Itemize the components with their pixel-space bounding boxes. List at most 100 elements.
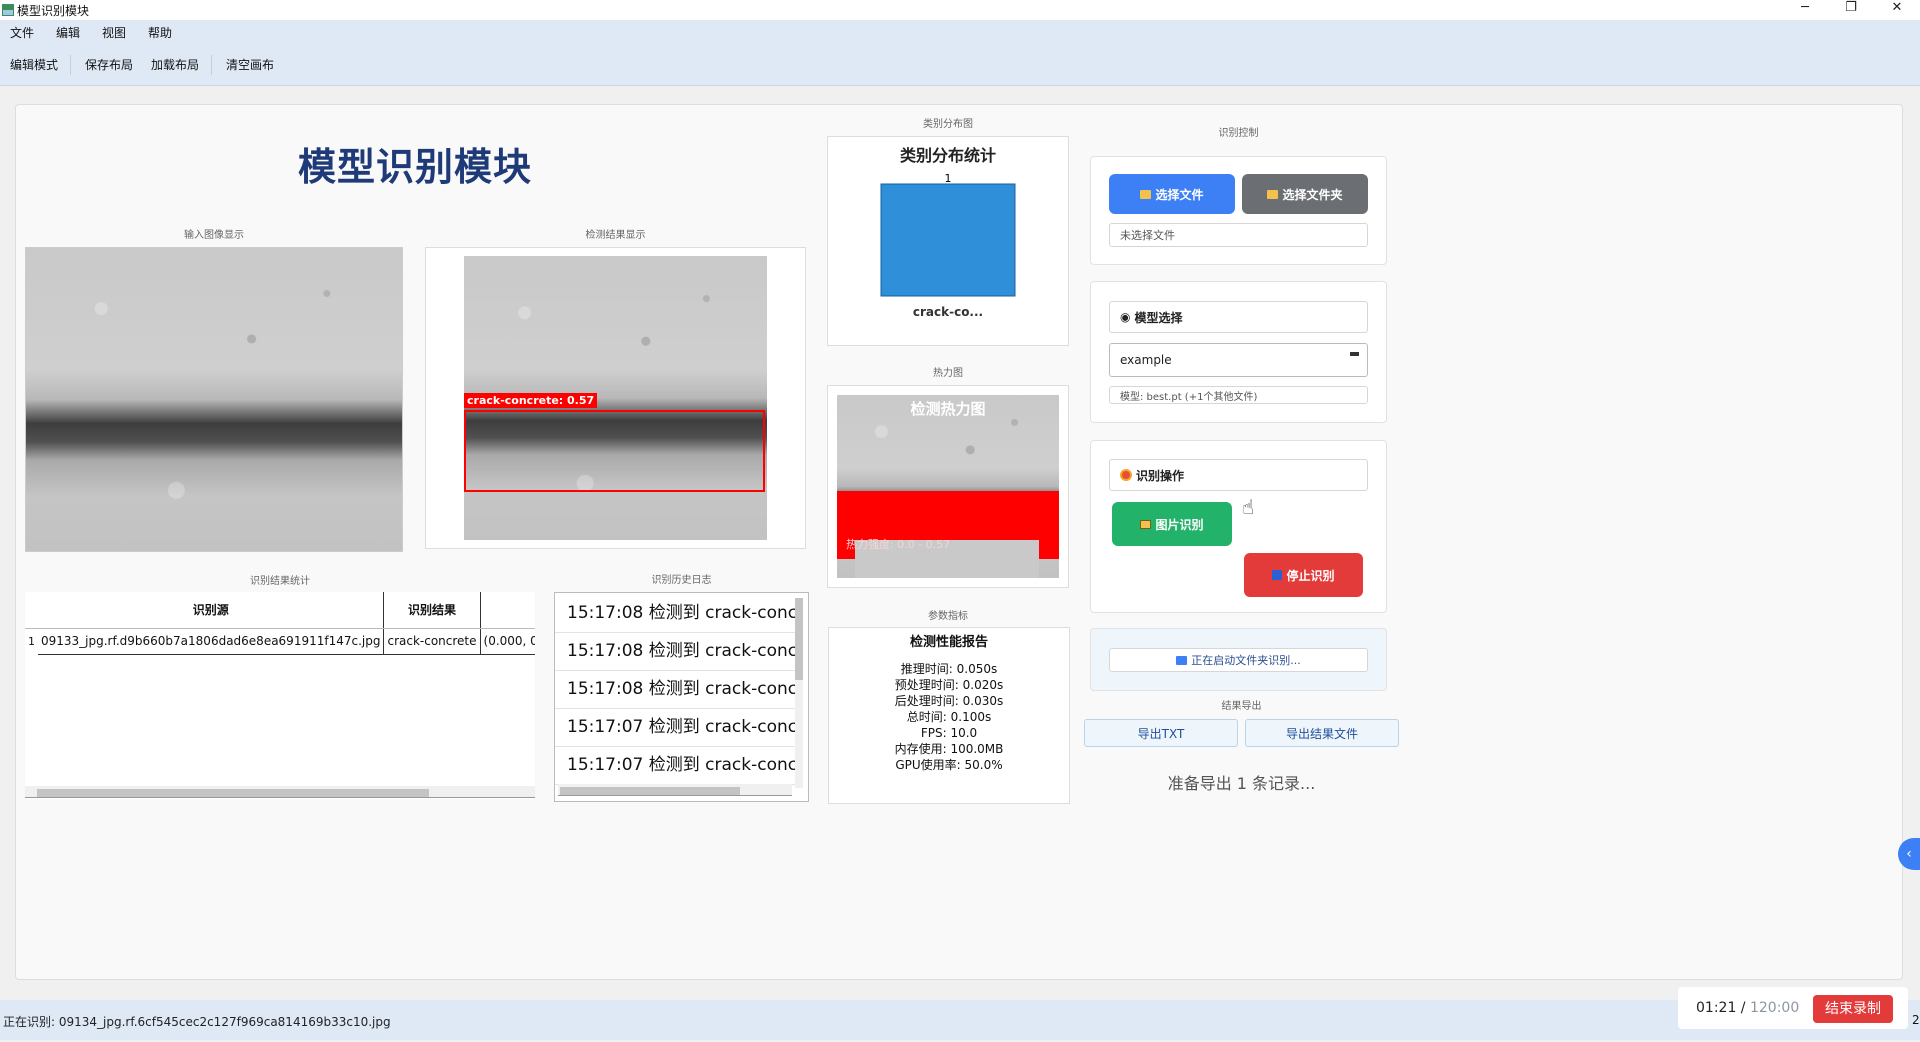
window-titlebar: 模型识别模块 ─ ❐ ✕ bbox=[0, 0, 1920, 20]
menu-view[interactable]: 视图 bbox=[92, 24, 138, 41]
metric-inference-time: 推理时间: 0.050s bbox=[900, 662, 998, 676]
model-select-title: 模型选择 bbox=[1134, 310, 1183, 325]
select-folder-button[interactable]: 选择文件夹 bbox=[1242, 174, 1368, 214]
export-status: 准备导出 1 条记录... bbox=[1167, 774, 1316, 793]
image-icon bbox=[1140, 519, 1152, 529]
recorder-elapsed: 01:21 bbox=[1696, 1000, 1737, 1016]
metric-memory: 内存使用: 100.0MB bbox=[894, 742, 1004, 756]
results-table-container: 识别源 识别结果 坐 1 09133_jpg.rf.d9b660b7a1806d… bbox=[25, 592, 535, 799]
bar-value-label: 1 bbox=[945, 172, 952, 185]
stop-recording-button[interactable]: 结束录制 bbox=[1813, 995, 1893, 1023]
menu-help[interactable]: 帮助 bbox=[138, 24, 184, 41]
folder-detect-status-button[interactable]: 正在启动文件夹识别... bbox=[1109, 648, 1368, 672]
image-detect-label: 图片识别 bbox=[1155, 517, 1204, 532]
list-item[interactable]: 15:17:07 检测到 crack-concrete bbox=[555, 709, 795, 747]
cell-coords[interactable]: (0.000, 0.528, bbox=[480, 628, 535, 655]
scrollbar-thumb[interactable] bbox=[560, 787, 740, 795]
image-detect-button[interactable]: 图片识别 bbox=[1112, 502, 1232, 546]
results-horizontal-scrollbar[interactable] bbox=[25, 786, 535, 798]
cell-result[interactable]: crack-concrete bbox=[383, 628, 481, 655]
export-txt-button[interactable]: 导出TXT bbox=[1084, 719, 1238, 747]
recorder-separator: / bbox=[1736, 1000, 1750, 1016]
recorder-widget: 01:21 / 120:00 结束录制 bbox=[1678, 987, 1908, 1029]
input-image bbox=[25, 247, 403, 552]
cell-source[interactable]: 09133_jpg.rf.d9b660b7a1806dad6e8ea691911… bbox=[38, 628, 385, 655]
detect-ops-title: 识别操作 bbox=[1136, 468, 1185, 483]
history-vertical-scrollbar[interactable] bbox=[795, 598, 803, 788]
model-select-header: ◉ 模型选择 bbox=[1109, 301, 1368, 333]
bar bbox=[880, 183, 1016, 297]
target-icon bbox=[1120, 469, 1132, 481]
col-header-coords[interactable]: 坐 bbox=[480, 592, 535, 629]
stop-detect-button[interactable]: 停止识别 bbox=[1244, 553, 1363, 597]
export-caption: 结果导出 bbox=[1221, 701, 1262, 712]
list-item[interactable]: 15:17:07 检测到 crack-concrete bbox=[555, 747, 795, 785]
result-image-caption: 检测结果显示 bbox=[585, 230, 646, 241]
status-edge-char: 2 bbox=[1912, 1013, 1920, 1027]
select-file-label: 选择文件 bbox=[1155, 187, 1204, 202]
toolbar-divider bbox=[211, 54, 213, 75]
control-caption: 识别控制 bbox=[1218, 128, 1259, 139]
scrollbar-thumb[interactable] bbox=[37, 789, 429, 797]
heatmap-range-label: 热力强度: 0.0 - 0.57 bbox=[846, 538, 951, 551]
detect-ops-header: 识别操作 bbox=[1109, 459, 1368, 491]
status-text: 正在识别: 09134_jpg.rf.6cf545cec2c127f969ca8… bbox=[3, 1015, 391, 1029]
heatmap-title: 检测热力图 bbox=[910, 400, 986, 418]
chart-title: 类别分布统计 bbox=[900, 146, 996, 165]
results-table: 识别源 识别结果 坐 1 09133_jpg.rf.d9b660b7a1806d… bbox=[25, 592, 535, 655]
metric-postprocess-time: 后处理时间: 0.030s bbox=[894, 694, 1004, 708]
col-header-source[interactable]: 识别源 bbox=[38, 592, 385, 629]
list-item[interactable]: 15:17:08 检测到 crack-concrete bbox=[555, 671, 795, 709]
scrollbar-thumb[interactable] bbox=[795, 598, 803, 680]
history-list[interactable]: 15:17:08 检测到 crack-concrete 15:17:08 检测到… bbox=[554, 592, 809, 802]
col-header-result[interactable]: 识别结果 bbox=[383, 592, 481, 629]
page-title: 模型识别模块 bbox=[297, 145, 532, 189]
results-table-caption: 识别结果统计 bbox=[250, 576, 310, 587]
row-index: 1 bbox=[28, 634, 35, 648]
metric-gpu: GPU使用率: 50.0% bbox=[895, 758, 1003, 772]
window-title: 模型识别模块 bbox=[17, 3, 90, 18]
restore-button[interactable]: ❐ bbox=[1828, 0, 1874, 20]
file-status-field: 未选择文件 bbox=[1109, 223, 1368, 247]
distribution-caption: 类别分布图 bbox=[923, 119, 973, 130]
menu-edit[interactable]: 编辑 bbox=[46, 24, 92, 41]
dropdown-icon bbox=[1350, 352, 1359, 356]
metrics-caption: 参数指标 bbox=[928, 611, 968, 622]
input-image-caption: 输入图像显示 bbox=[184, 230, 244, 241]
stop-icon bbox=[1272, 570, 1283, 580]
clear-canvas-button[interactable]: 清空画布 bbox=[216, 56, 282, 73]
detection-label: crack-concrete: 0.57 bbox=[464, 393, 598, 408]
menu-file[interactable]: 文件 bbox=[0, 24, 46, 41]
metric-total-time: 总时间: 0.100s bbox=[906, 710, 992, 724]
chevron-left-icon: ‹ bbox=[1906, 846, 1912, 862]
folder-icon bbox=[1140, 189, 1152, 199]
close-button[interactable]: ✕ bbox=[1874, 0, 1920, 20]
recorder-time: 01:21 / 120:00 bbox=[1696, 1000, 1799, 1016]
table-row[interactable]: 1 09133_jpg.rf.d9b660b7a1806dad6e8ea6919… bbox=[25, 628, 535, 655]
metrics-panel: 检测性能报告 推理时间: 0.050s 预处理时间: 0.020s 后处理时间:… bbox=[828, 627, 1070, 804]
history-horizontal-scrollbar[interactable] bbox=[558, 784, 792, 796]
app-icon bbox=[2, 4, 14, 16]
metrics-title: 检测性能报告 bbox=[909, 635, 988, 650]
history-caption: 识别历史日志 bbox=[651, 575, 712, 586]
load-layout-button[interactable]: 加载布局 bbox=[141, 56, 207, 73]
category-label: crack-co... bbox=[913, 305, 983, 319]
edit-mode-button[interactable]: 编辑模式 bbox=[0, 56, 66, 73]
select-folder-label: 选择文件夹 bbox=[1282, 187, 1343, 202]
metric-preprocess-time: 预处理时间: 0.020s bbox=[894, 678, 1004, 692]
menu-bar: 文件 编辑 视图 帮助 bbox=[0, 20, 1920, 44]
minimize-button[interactable]: ─ bbox=[1782, 0, 1828, 20]
toolbar: 编辑模式 保存布局 加载布局 清空画布 bbox=[0, 44, 1920, 86]
model-dropdown[interactable]: example bbox=[1109, 343, 1368, 377]
recorder-total: 120:00 bbox=[1749, 1000, 1800, 1016]
model-dropdown-value: example bbox=[1120, 353, 1172, 367]
export-file-button[interactable]: 导出结果文件 bbox=[1245, 719, 1399, 747]
folder-detect-status-label: 正在启动文件夹识别... bbox=[1191, 654, 1301, 667]
chart-icon bbox=[1176, 655, 1188, 665]
list-item[interactable]: 15:17:08 检测到 crack-concrete bbox=[555, 595, 795, 633]
list-item[interactable]: 15:17:08 检测到 crack-concrete bbox=[555, 633, 795, 671]
save-layout-button[interactable]: 保存布局 bbox=[75, 56, 141, 73]
select-file-button[interactable]: 选择文件 bbox=[1109, 174, 1235, 214]
model-info: 模型: best.pt (+1个其他文件) bbox=[1109, 386, 1368, 404]
toolbar-divider bbox=[70, 54, 72, 75]
